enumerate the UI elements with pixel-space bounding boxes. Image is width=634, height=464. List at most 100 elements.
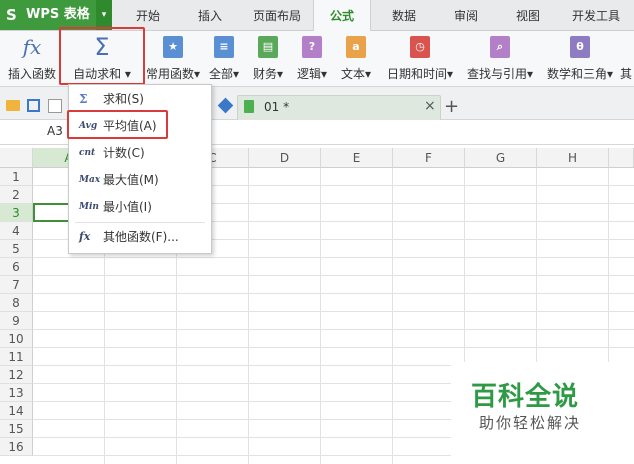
row-header-16[interactable]: 16	[0, 438, 33, 456]
finance-functions-label: 财务	[252, 67, 277, 81]
theta-icon: θ	[570, 36, 590, 58]
sheet-file-icon	[244, 100, 254, 113]
tab-data[interactable]: 数据	[376, 0, 432, 30]
logic-functions-button[interactable]: ? 逻辑▾	[291, 33, 333, 83]
watermark-title: 百科全说	[471, 382, 580, 412]
watermark-subtitle: 助你轻松解决	[479, 414, 582, 432]
row-header-1[interactable]: 1	[0, 168, 33, 186]
chevron-down-icon: ▾	[320, 67, 328, 81]
gridline	[33, 329, 634, 330]
lookup-functions-button[interactable]: ⌕ 查找与引用▾	[462, 33, 538, 83]
row-header-7[interactable]: 7	[0, 276, 33, 294]
menu-item-label: 最小值(I)	[103, 200, 152, 214]
row-header-2[interactable]: 2	[0, 186, 33, 204]
text-functions-label: 文本	[340, 67, 365, 81]
gridline	[33, 275, 634, 276]
wps-logo-icon: S	[6, 6, 17, 24]
row-header-9[interactable]: 9	[0, 312, 33, 330]
row-header-10[interactable]: 10	[0, 330, 33, 348]
close-tab-icon[interactable]: ×	[424, 98, 436, 114]
row-header-14[interactable]: 14	[0, 402, 33, 420]
column-header-F[interactable]: F	[393, 148, 465, 168]
document-tab[interactable]: 01 * ×	[237, 95, 441, 120]
tab-review[interactable]: 审阅	[438, 0, 494, 30]
chevron-down-icon: ▾	[526, 67, 534, 81]
fx-icon: fx	[22, 35, 42, 59]
menu-item-label: 求和(S)	[103, 92, 144, 106]
common-functions-button[interactable]: ★ 常用函数▾	[143, 33, 203, 83]
menu-item-min[interactable]: Min 最小值(I)	[69, 195, 209, 219]
row-header-4[interactable]: 4	[0, 222, 33, 240]
datetime-functions-button[interactable]: ◷ 日期和时间▾	[380, 33, 460, 83]
insert-function-label: 插入函数	[7, 67, 56, 81]
gridline	[33, 311, 634, 312]
app-title: WPS 表格	[26, 7, 90, 22]
menu-item-count[interactable]: cnt 计数(C)	[69, 141, 209, 165]
chevron-down-icon: ▾	[446, 67, 454, 81]
list-icon: ≡	[214, 36, 234, 58]
column-header-E[interactable]: E	[321, 148, 393, 168]
chevron-down-icon: ▾	[276, 67, 284, 81]
menu-item-max[interactable]: Max 最大值(M)	[69, 168, 209, 192]
print-icon[interactable]	[48, 99, 62, 113]
all-functions-button[interactable]: ≡ 全部▾	[203, 33, 245, 83]
gridline	[248, 168, 249, 464]
insert-function-button[interactable]: fx 插入函数	[2, 33, 62, 83]
lookup-functions-label: 查找与引用	[466, 67, 527, 81]
watermark: 百科全说 助你轻松解决	[451, 362, 634, 464]
chevron-down-icon: ▾	[364, 67, 372, 81]
math-functions-button[interactable]: θ 数学和三角▾	[540, 33, 620, 83]
cnt-icon: cnt	[79, 148, 96, 158]
row-header-15[interactable]: 15	[0, 420, 33, 438]
sigma-icon: Σ	[79, 92, 88, 106]
tab-formulas[interactable]: 公式	[313, 0, 371, 31]
logic-functions-label: 逻辑	[296, 67, 321, 81]
chevron-down-icon: ▾	[232, 67, 240, 81]
fx-icon: fx	[79, 230, 91, 243]
row-header-6[interactable]: 6	[0, 258, 33, 276]
row-header-5[interactable]: 5	[0, 240, 33, 258]
chevron-down-icon: ▾	[606, 67, 614, 81]
menu-item-other-functions[interactable]: fx 其他函数(F)...	[69, 225, 209, 249]
min-icon: Min	[79, 202, 99, 212]
column-header-D[interactable]: D	[249, 148, 321, 168]
all-functions-label: 全部	[208, 67, 233, 81]
document-tab-name: 01 *	[264, 100, 290, 114]
row-header-3[interactable]: 3	[0, 204, 33, 222]
text-a-icon: a	[346, 36, 366, 58]
gridline	[392, 168, 393, 464]
text-functions-button[interactable]: a 文本▾	[335, 33, 377, 83]
column-header-next[interactable]	[609, 148, 634, 168]
menu-item-label: 计数(C)	[103, 146, 145, 160]
finance-functions-button[interactable]: ▤ 财务▾	[247, 33, 289, 83]
row-header-12[interactable]: 12	[0, 366, 33, 384]
max-icon: Max	[79, 175, 101, 185]
select-all-corner[interactable]	[0, 148, 33, 168]
tab-developer[interactable]: 开发工具	[562, 0, 630, 30]
new-tab-icon[interactable]: +	[444, 96, 459, 117]
app-menu-dropdown[interactable]: ▾	[96, 0, 112, 30]
tab-home[interactable]: 开始	[120, 0, 176, 30]
question-icon: ?	[302, 36, 322, 58]
more-functions-label: 其	[620, 67, 633, 81]
clock-icon: ◷	[410, 36, 430, 58]
tab-view[interactable]: 视图	[500, 0, 556, 30]
gridline	[33, 257, 634, 258]
chevron-down-icon: ▾	[193, 67, 201, 81]
row-header-11[interactable]: 11	[0, 348, 33, 366]
menu-item-label: 最大值(M)	[103, 173, 159, 187]
open-folder-icon[interactable]	[6, 100, 20, 111]
more-functions-button[interactable]: 其	[620, 33, 634, 83]
math-functions-label: 数学和三角	[546, 67, 607, 81]
menu-item-sum[interactable]: Σ 求和(S)	[69, 87, 209, 111]
tab-insert[interactable]: 插入	[180, 0, 240, 30]
magnifier-icon: ⌕	[490, 36, 510, 58]
app-menu-button[interactable]: S WPS 表格	[0, 0, 96, 30]
datetime-functions-label: 日期和时间	[386, 67, 447, 81]
row-header-8[interactable]: 8	[0, 294, 33, 312]
column-header-H[interactable]: H	[537, 148, 609, 168]
column-header-G[interactable]: G	[465, 148, 537, 168]
save-icon[interactable]	[27, 99, 40, 112]
tab-page-layout[interactable]: 页面布局	[244, 0, 310, 30]
row-header-13[interactable]: 13	[0, 384, 33, 402]
